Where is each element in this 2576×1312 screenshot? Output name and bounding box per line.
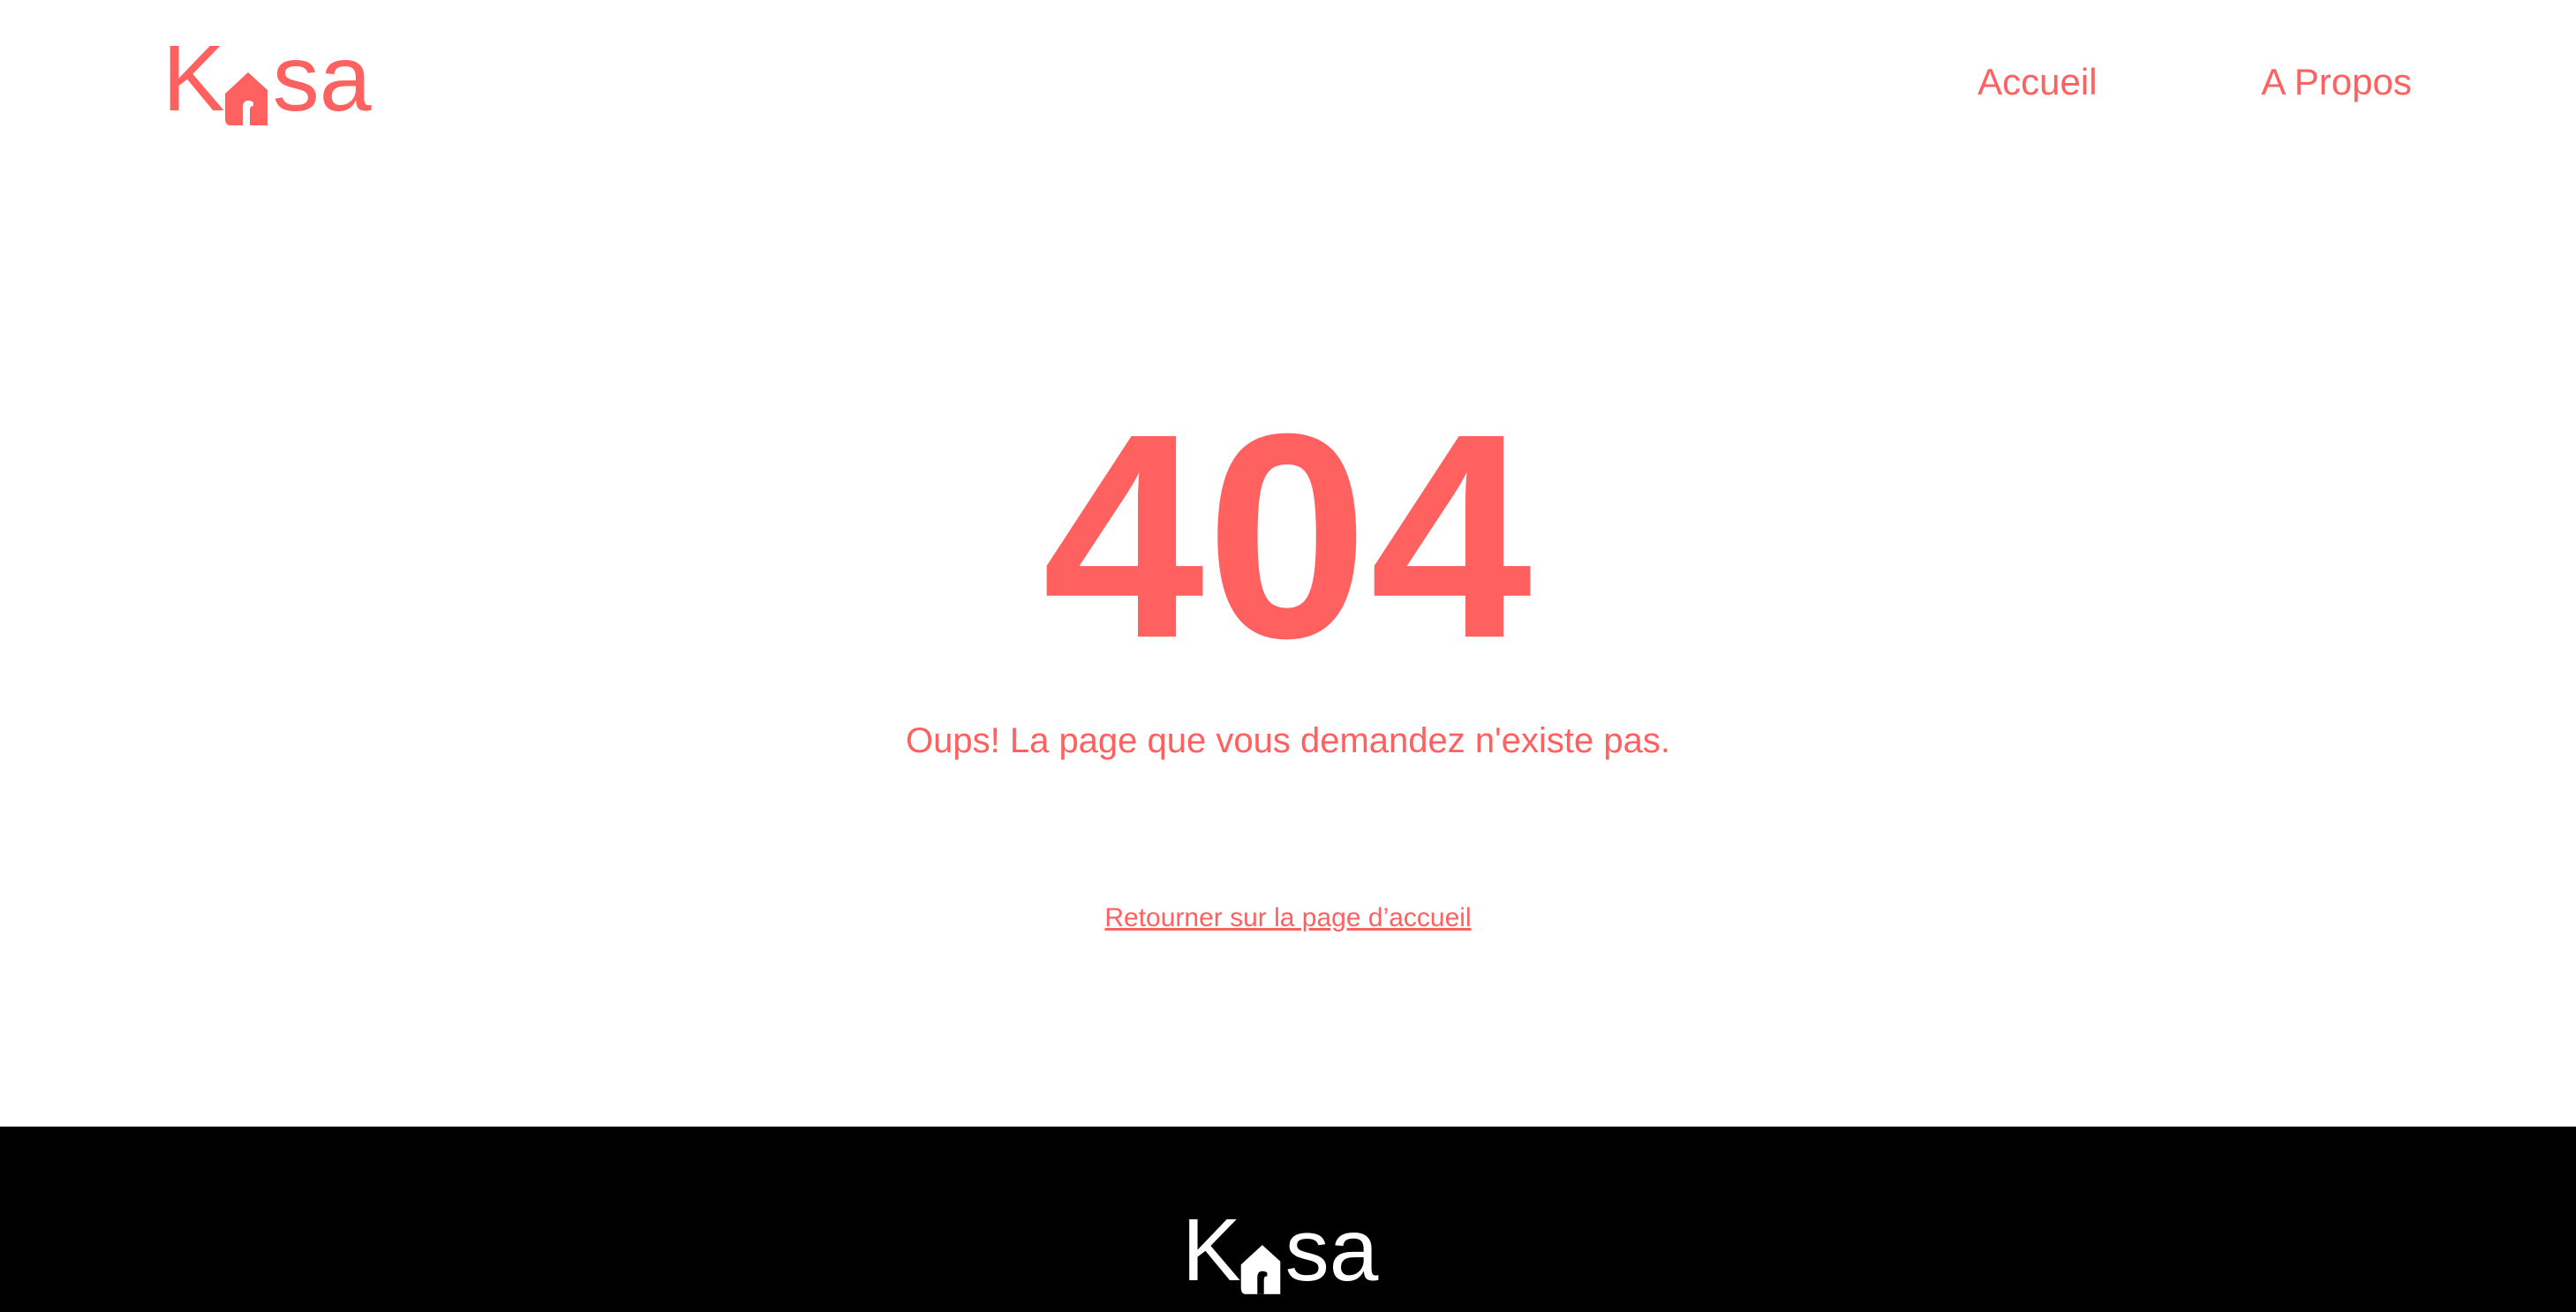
house-icon	[224, 72, 267, 125]
footer-logo-letter-k: K	[1182, 1201, 1241, 1300]
kasa-logo[interactable]: K sa	[162, 32, 380, 125]
site-footer: K sa	[0, 1127, 2576, 1312]
back-link-container: Retourner sur la page d’accueil	[0, 902, 2576, 934]
error-message: Oups! La page que vous demandez n'existe…	[906, 721, 1670, 760]
logo-letters-sa: sa	[272, 26, 372, 131]
main-nav: Accueil A Propos	[1977, 61, 2412, 102]
error-content: 404 Oups! La page que vous demandez n'ex…	[0, 177, 2576, 1127]
back-to-home-link[interactable]: Retourner sur la page d’accueil	[1104, 903, 1471, 932]
footer-kasa-logo: K sa	[1182, 1206, 1396, 1294]
nav-link-accueil[interactable]: Accueil	[1977, 61, 2097, 102]
footer-house-icon	[1240, 1245, 1280, 1294]
nav-link-a-propos[interactable]: A Propos	[2262, 61, 2412, 102]
footer-logo-letters-sa: sa	[1284, 1201, 1379, 1300]
error-code: 404	[1042, 373, 1534, 698]
logo-letter-k: K	[162, 26, 225, 131]
site-header: K sa Accueil A Propos	[0, 0, 2576, 177]
